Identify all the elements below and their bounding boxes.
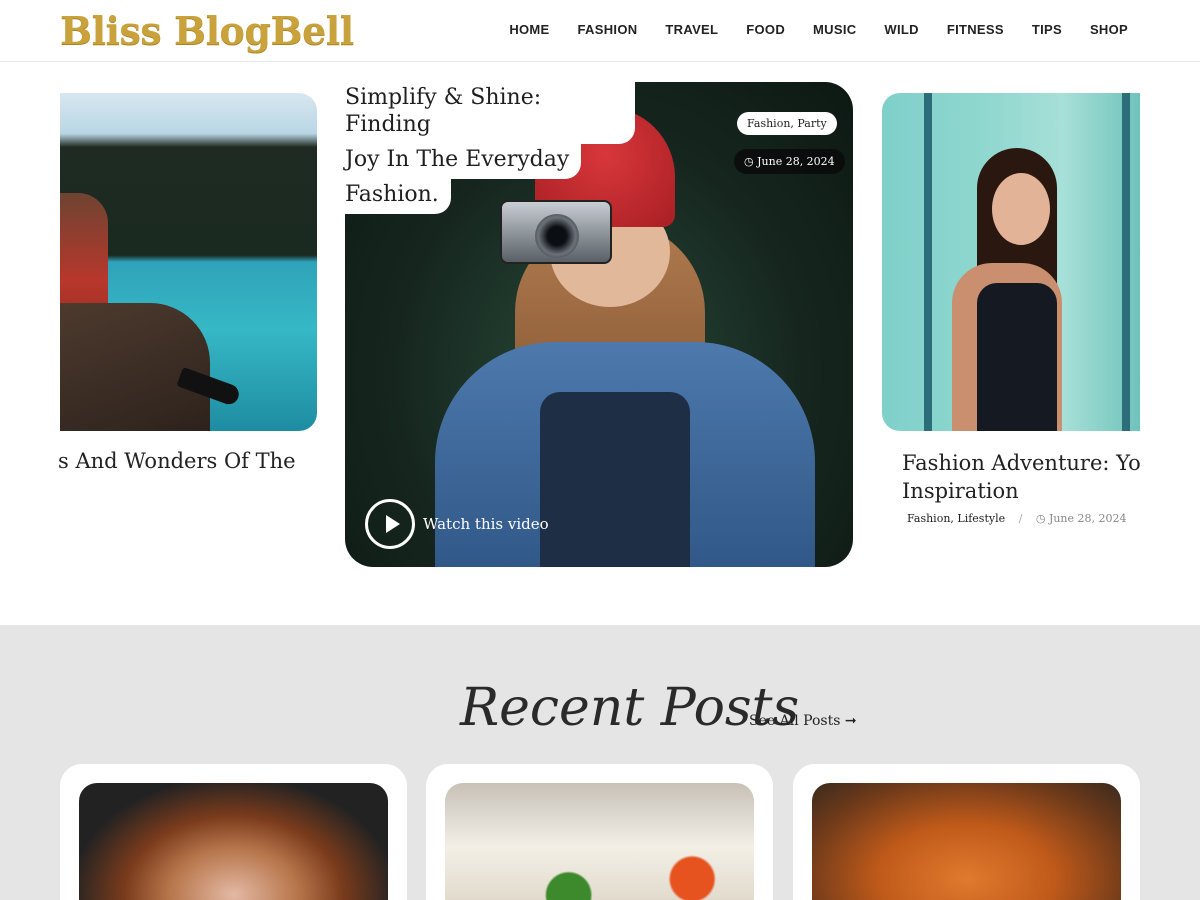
slide-main-title[interactable]: Simplify & Shine: Finding Joy In The Eve… <box>345 82 635 214</box>
nav-travel[interactable]: TRAVEL <box>665 22 718 37</box>
clock-icon: ◷ <box>744 155 754 168</box>
post-date: June 28, 2024 <box>1048 512 1127 525</box>
slide-right-image[interactable] <box>882 93 1140 431</box>
play-video-button[interactable] <box>365 499 415 549</box>
post-thumbnail[interactable] <box>445 783 754 900</box>
category-tags[interactable]: Fashion, Party <box>737 112 837 135</box>
site-logo[interactable]: Bliss BlogBell <box>60 8 354 53</box>
nav-fashion[interactable]: FASHION <box>578 22 638 37</box>
nav-food[interactable]: FOOD <box>746 22 785 37</box>
main-nav: HOME FASHION TRAVEL FOOD MUSIC WILD FITN… <box>509 22 1128 37</box>
slide-left-title[interactable]: s And Wonders Of The <box>58 449 318 473</box>
section-title: Recent Posts <box>460 678 800 738</box>
site-header: Bliss BlogBell HOME FASHION TRAVEL FOOD … <box>0 0 1200 62</box>
slide-right-title-line-1: Fashion Adventure: You <box>902 451 1140 475</box>
post-thumbnail[interactable] <box>812 783 1121 900</box>
post-date: June 28, 2024 <box>757 155 835 168</box>
post-card[interactable] <box>60 764 407 900</box>
clock-icon: ◷ <box>1035 512 1046 525</box>
slide-left-image[interactable] <box>60 93 317 431</box>
meta-separator: / <box>1018 512 1023 525</box>
post-thumbnail[interactable] <box>79 783 388 900</box>
post-card[interactable] <box>426 764 773 900</box>
nav-shop[interactable]: SHOP <box>1090 22 1128 37</box>
nav-tips[interactable]: TIPS <box>1032 22 1062 37</box>
pole-shape <box>924 93 932 431</box>
post-date-badge: ◷ June 28, 2024 <box>734 149 845 174</box>
category-tags[interactable]: Fashion, Lifestyle <box>907 512 1005 525</box>
slide-main-title-line-2: Joy In The Everyday <box>345 144 582 179</box>
slide-right-meta: Fashion, Lifestyle / ◷ June 28, 2024 <box>907 512 1127 525</box>
slide-main-title-line-1: Simplify & Shine: Finding <box>345 82 635 144</box>
shirt-shape <box>540 392 690 567</box>
slide-right-title-line-2: Inspiration <box>902 479 1019 503</box>
pole-shape <box>1122 93 1130 431</box>
camera-lens-shape <box>535 214 579 258</box>
slide-right-title[interactable]: Fashion Adventure: You Inspiration <box>902 449 1140 505</box>
face-shape <box>992 173 1050 245</box>
tank-top-shape <box>977 283 1057 431</box>
watch-video-label[interactable]: Watch this video <box>423 515 549 533</box>
canoe-shape <box>60 303 210 431</box>
nav-music[interactable]: MUSIC <box>813 22 856 37</box>
post-card[interactable] <box>793 764 1140 900</box>
nav-home[interactable]: HOME <box>509 22 549 37</box>
nav-wild[interactable]: WILD <box>884 22 918 37</box>
nav-fitness[interactable]: FITNESS <box>947 22 1004 37</box>
slide-main-title-line-3: Fashion. <box>345 179 451 214</box>
see-all-posts-link[interactable]: See All Posts ➞ <box>749 713 857 729</box>
